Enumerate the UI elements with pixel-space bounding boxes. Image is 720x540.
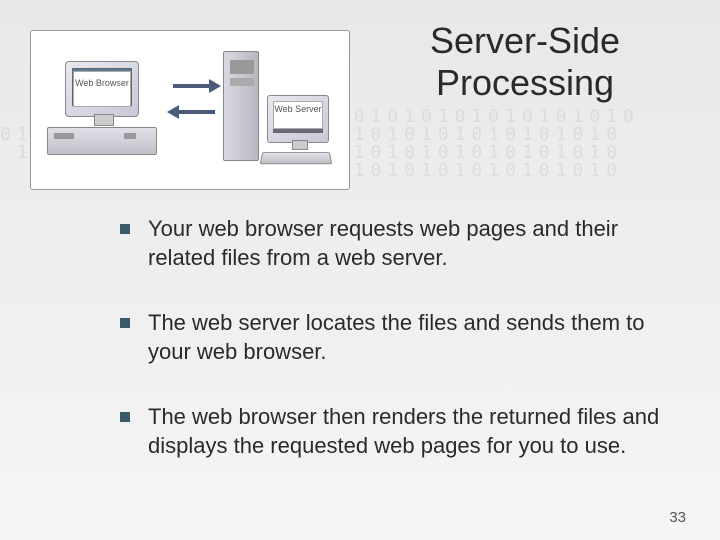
arrow-left-icon [167,105,221,119]
server-icon: Web Server [223,51,333,171]
client-pc-icon: Web Browser [47,61,157,161]
bullet-item: The web server locates the files and sen… [120,308,680,366]
browser-label: Web Browser [73,71,131,107]
bullet-item: The web browser then renders the returne… [120,402,680,460]
slide-title: Server-Side Processing [370,20,680,104]
bullet-list: Your web browser requests web pages and … [120,214,680,496]
request-response-arrows [167,79,227,129]
server-label: Web Server [273,101,323,129]
network-diagram: Web Browser Web Server [30,30,350,190]
bullet-item: Your web browser requests web pages and … [120,214,680,272]
arrow-right-icon [167,79,221,93]
slide: 01010101010101010101010101010101010 0101… [0,0,720,540]
page-number: 33 [669,509,686,526]
